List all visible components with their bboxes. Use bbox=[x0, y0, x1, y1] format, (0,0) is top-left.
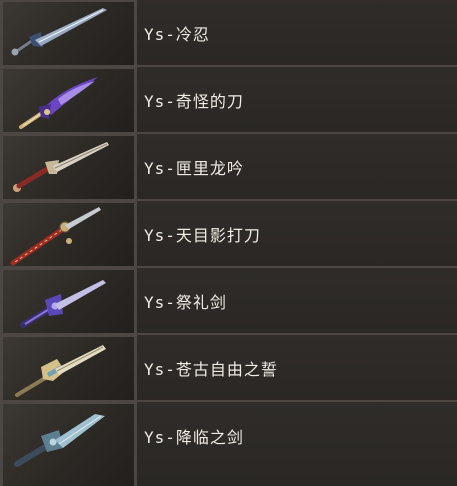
sword-icon bbox=[13, 142, 109, 192]
weapon-thumbnail bbox=[0, 402, 137, 486]
weapon-name: Ys-匣里龙吟 bbox=[144, 158, 244, 178]
sword-icon bbox=[19, 77, 98, 129]
weapon-thumbnail bbox=[0, 0, 137, 65]
weapon-name: Ys-天目影打刀 bbox=[144, 225, 261, 245]
list-item[interactable]: Ys-匣里龙吟 bbox=[0, 134, 457, 201]
weapon-thumbnail bbox=[0, 201, 137, 266]
list-item[interactable]: Ys-冷忍 bbox=[0, 0, 457, 67]
weapon-name-cell: Ys-天目影打刀 bbox=[137, 201, 457, 266]
weapon-thumbnail bbox=[0, 67, 137, 132]
weapon-name-cell: Ys-苍古自由之誓 bbox=[137, 335, 457, 400]
weapon-name-cell: Ys-奇怪的刀 bbox=[137, 67, 457, 132]
weapon-name-cell: Ys-冷忍 bbox=[137, 0, 457, 65]
weapon-thumbnail bbox=[0, 335, 137, 400]
weapon-name: Ys-冷忍 bbox=[144, 24, 210, 44]
sword-icon bbox=[15, 345, 106, 397]
sword-icon bbox=[14, 414, 105, 467]
weapon-name-cell: Ys-祭礼剑 bbox=[137, 268, 457, 333]
weapon-thumbnail bbox=[0, 268, 137, 333]
weapon-name-cell: Ys-匣里龙吟 bbox=[137, 134, 457, 199]
list-item[interactable]: Ys-苍古自由之誓 bbox=[0, 335, 457, 402]
list-item[interactable]: Ys-降临之剑 bbox=[0, 402, 457, 486]
weapon-name: Ys-苍古自由之誓 bbox=[144, 359, 278, 379]
weapon-name: Ys-降临之剑 bbox=[144, 428, 244, 447]
list-item[interactable]: Ys-天目影打刀 bbox=[0, 201, 457, 268]
weapon-name: Ys-祭礼剑 bbox=[144, 292, 227, 312]
weapon-name: Ys-奇怪的刀 bbox=[144, 91, 244, 111]
list-item[interactable]: Ys-奇怪的刀 bbox=[0, 67, 457, 134]
sword-icon bbox=[20, 280, 106, 328]
weapon-thumbnail bbox=[0, 134, 137, 199]
list-item[interactable]: Ys-祭礼剑 bbox=[0, 268, 457, 335]
weapon-name-cell: Ys-降临之剑 bbox=[137, 402, 457, 486]
sword-icon bbox=[10, 207, 101, 266]
sword-icon bbox=[11, 8, 107, 56]
weapon-list: Ys-冷忍 Ys-奇怪的刀 Ys-匣里龙吟 Ys-天目影打刀 Ys-祭礼剑 Ys… bbox=[0, 0, 457, 486]
